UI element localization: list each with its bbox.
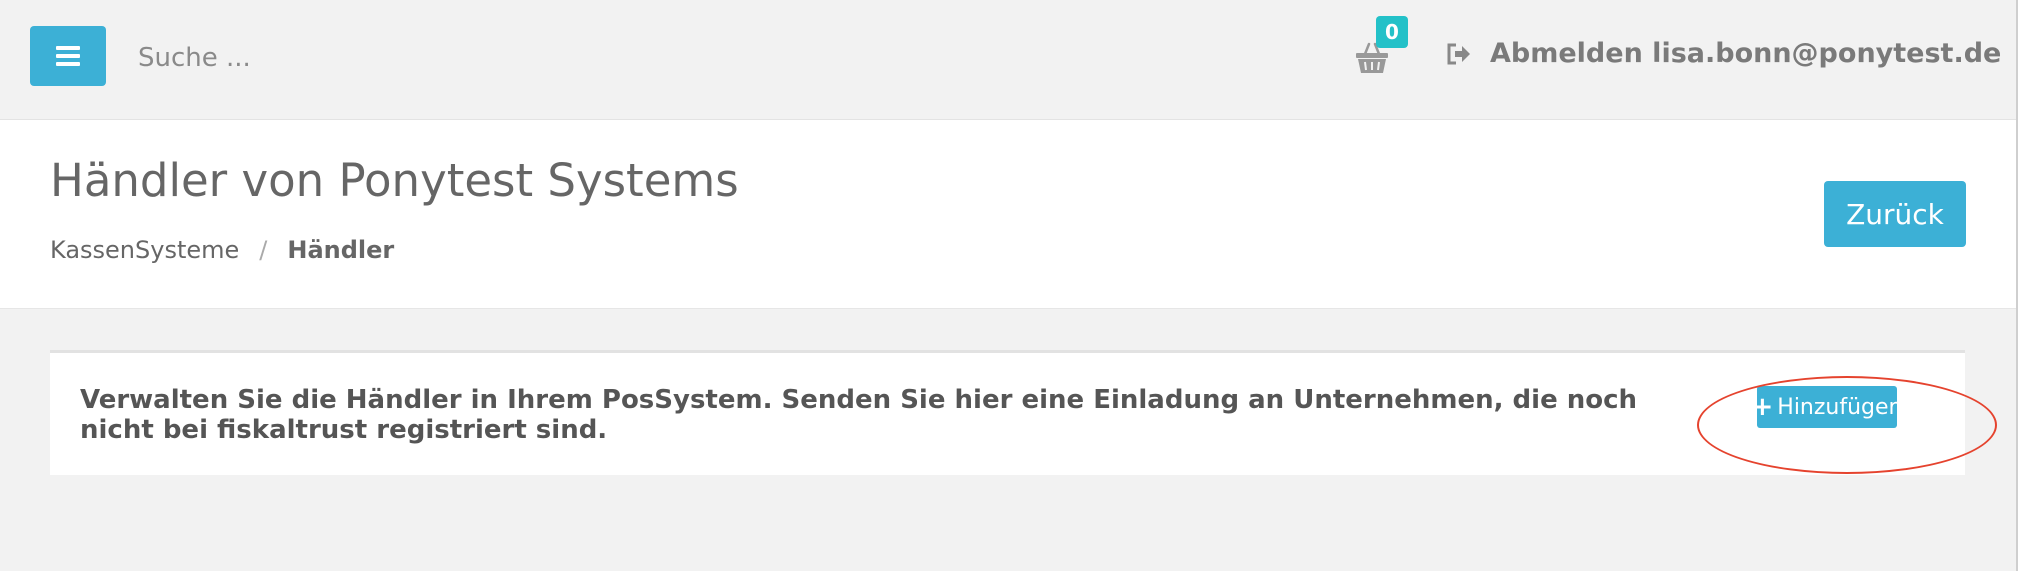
breadcrumb-kassensysteme[interactable]: KassenSysteme: [50, 236, 239, 264]
menu-toggle-button[interactable]: [30, 26, 106, 86]
logout-label: Abmelden lisa.bonn@ponytest.de: [1490, 38, 2002, 69]
add-button-label: Hinzufügen: [1777, 394, 1903, 420]
breadcrumb-haendler: Händler: [287, 236, 395, 264]
sign-out-icon: [1447, 43, 1470, 64]
hamburger-icon: [56, 42, 80, 70]
plus-icon: +: [1751, 392, 1774, 422]
logout-link[interactable]: Abmelden lisa.bonn@ponytest.de: [1446, 38, 2001, 69]
back-button[interactable]: Zurück: [1824, 181, 1966, 247]
panel-description: Verwalten Sie die Händler in Ihrem PosSy…: [80, 385, 1638, 445]
top-navbar: 0 Abmelden lisa.bonn@ponytest.de: [0, 0, 2018, 120]
page-title: Händler von Ponytest Systems: [50, 154, 739, 207]
search-input[interactable]: [126, 38, 750, 78]
breadcrumb: KassenSysteme / Händler: [50, 236, 394, 264]
page-header: Händler von Ponytest Systems KassenSyste…: [0, 120, 2018, 309]
info-panel: Verwalten Sie die Händler in Ihrem PosSy…: [50, 350, 1965, 475]
cart-count-badge: 0: [1376, 16, 1408, 48]
add-button[interactable]: + Hinzufügen: [1751, 386, 1903, 428]
breadcrumb-separator: /: [259, 236, 268, 264]
